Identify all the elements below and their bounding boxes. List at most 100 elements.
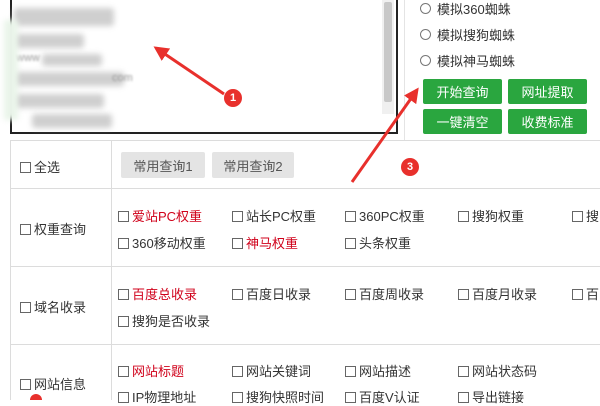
- checkbox[interactable]: [458, 211, 469, 222]
- option-label: 站长PC权重: [246, 209, 317, 224]
- blurred-url-line: [14, 94, 104, 108]
- option-baidu-v-cert[interactable]: 百度V认证: [345, 387, 420, 406]
- option-label: 头条权重: [359, 236, 412, 251]
- option-baidu-monthly-index[interactable]: 百度月收录: [458, 284, 537, 303]
- option-truncated-index[interactable]: 百: [572, 284, 599, 303]
- checkbox[interactable]: [118, 366, 129, 377]
- domain-index-checkbox[interactable]: 域名收录: [20, 297, 86, 316]
- option-shenma-weight[interactable]: 神马权重: [232, 233, 298, 252]
- radio-360-spider[interactable]: 模拟360蜘蛛: [420, 0, 511, 19]
- checkbox[interactable]: [458, 366, 469, 377]
- option-label: 搜狗是否收录: [132, 314, 211, 329]
- option-site-keywords[interactable]: 网站关键词: [232, 361, 311, 380]
- checkbox[interactable]: [572, 211, 583, 222]
- option-ip-location[interactable]: IP物理地址: [118, 387, 196, 406]
- option-label: 网站关键词: [246, 364, 312, 379]
- option-label: 百度V认证: [359, 390, 420, 405]
- option-label: 百度月收录: [472, 287, 538, 302]
- checkbox[interactable]: [20, 379, 31, 390]
- option-baidu-weekly-index[interactable]: 百度周收录: [345, 284, 424, 303]
- option-zhanzhang-pc-weight[interactable]: 站长PC权重: [232, 206, 316, 225]
- option-label: 网站状态码: [472, 364, 538, 379]
- checkbox[interactable]: [232, 238, 243, 249]
- blurred-url-line: [42, 54, 102, 66]
- common-query-1-button[interactable]: 常用查询1: [121, 152, 205, 178]
- checkbox[interactable]: [232, 211, 243, 222]
- option-toutiao-weight[interactable]: 头条权重: [345, 233, 411, 252]
- option-label: 搜: [586, 209, 600, 224]
- option-label: 网站描述: [359, 364, 412, 379]
- pricing-button[interactable]: 收费标准: [508, 109, 587, 134]
- checkbox[interactable]: [345, 211, 356, 222]
- step-badge-1: 1: [224, 89, 242, 107]
- checkbox[interactable]: [232, 289, 243, 300]
- common-query-2-button[interactable]: 常用查询2: [212, 152, 294, 178]
- checkbox[interactable]: [118, 392, 129, 403]
- option-export-links[interactable]: 导出链接: [458, 387, 524, 406]
- checkbox[interactable]: [345, 289, 356, 300]
- option-label: 搜狗权重: [472, 209, 525, 224]
- textarea-scrollbar[interactable]: [382, 0, 394, 114]
- option-label: 导出链接: [472, 390, 525, 405]
- url-textarea[interactable]: www com: [10, 0, 398, 134]
- checkbox[interactable]: [458, 392, 469, 403]
- radio-sogou-spider[interactable]: 模拟搜狗蜘蛛: [420, 23, 515, 45]
- grid-line: [10, 140, 11, 400]
- option-label: 搜狗快照时间: [246, 390, 325, 405]
- url-extract-button[interactable]: 网址提取: [508, 79, 587, 104]
- option-label: 360PC权重: [359, 209, 425, 224]
- scrollbar-thumb[interactable]: [384, 2, 392, 102]
- grid-line: [10, 266, 600, 267]
- option-label: 爱站PC权重: [132, 209, 203, 224]
- option-sogou-weight[interactable]: 搜狗权重: [458, 206, 524, 225]
- site-info-label: 网站信息: [34, 377, 87, 392]
- grid-line: [10, 188, 600, 189]
- checkbox[interactable]: [345, 392, 356, 403]
- checkbox[interactable]: [118, 211, 129, 222]
- option-sogou-snapshot-time[interactable]: 搜狗快照时间: [232, 387, 324, 406]
- option-label: 百: [586, 287, 600, 302]
- option-aizhan-pc-weight[interactable]: 爱站PC权重: [118, 206, 202, 225]
- option-label: 百度周收录: [359, 287, 425, 302]
- option-label: 360移动权重: [132, 236, 206, 251]
- start-query-button[interactable]: 开始查询: [423, 79, 502, 104]
- checkbox[interactable]: [118, 238, 129, 249]
- radio-circle[interactable]: [420, 28, 431, 40]
- clear-all-button[interactable]: 一键清空: [423, 109, 502, 134]
- option-label: 百度日收录: [246, 287, 312, 302]
- checkbox[interactable]: [20, 162, 31, 173]
- checkbox[interactable]: [345, 238, 356, 249]
- option-sogou-indexed[interactable]: 搜狗是否收录: [118, 311, 210, 330]
- weight-query-label: 权重查询: [34, 222, 87, 237]
- weight-query-checkbox[interactable]: 权重查询: [20, 219, 86, 238]
- radio-label: 模拟神马蜘蛛: [437, 53, 516, 69]
- option-baidu-total-index[interactable]: 百度总收录: [118, 284, 197, 303]
- blurred-url-text: www: [16, 52, 40, 64]
- checkbox[interactable]: [20, 302, 31, 313]
- option-360-mobile-weight[interactable]: 360移动权重: [118, 233, 206, 252]
- grid-line: [10, 344, 600, 345]
- option-360-pc-weight[interactable]: 360PC权重: [345, 206, 425, 225]
- checkbox[interactable]: [20, 224, 31, 235]
- checkbox[interactable]: [232, 392, 243, 403]
- option-label: 神马权重: [246, 236, 299, 251]
- option-site-status-code[interactable]: 网站状态码: [458, 361, 537, 380]
- checkbox[interactable]: [572, 289, 583, 300]
- option-baidu-daily-index[interactable]: 百度日收录: [232, 284, 311, 303]
- checkbox[interactable]: [458, 289, 469, 300]
- radio-circle[interactable]: [420, 2, 431, 14]
- checkbox[interactable]: [118, 316, 129, 327]
- checkbox[interactable]: [232, 366, 243, 377]
- option-label: IP物理地址: [132, 390, 197, 405]
- radio-shenma-spider[interactable]: 模拟神马蜘蛛: [420, 49, 515, 71]
- checkbox[interactable]: [118, 289, 129, 300]
- option-site-title[interactable]: 网站标题: [118, 361, 184, 380]
- radio-circle[interactable]: [420, 54, 431, 66]
- blurred-margin: [4, 20, 18, 120]
- select-all-checkbox[interactable]: 全选: [20, 157, 60, 176]
- blurred-url-line: [14, 72, 124, 86]
- checkbox[interactable]: [345, 366, 356, 377]
- option-site-description[interactable]: 网站描述: [345, 361, 411, 380]
- option-truncated-weight[interactable]: 搜: [572, 206, 599, 225]
- site-info-checkbox[interactable]: 网站信息: [20, 374, 86, 393]
